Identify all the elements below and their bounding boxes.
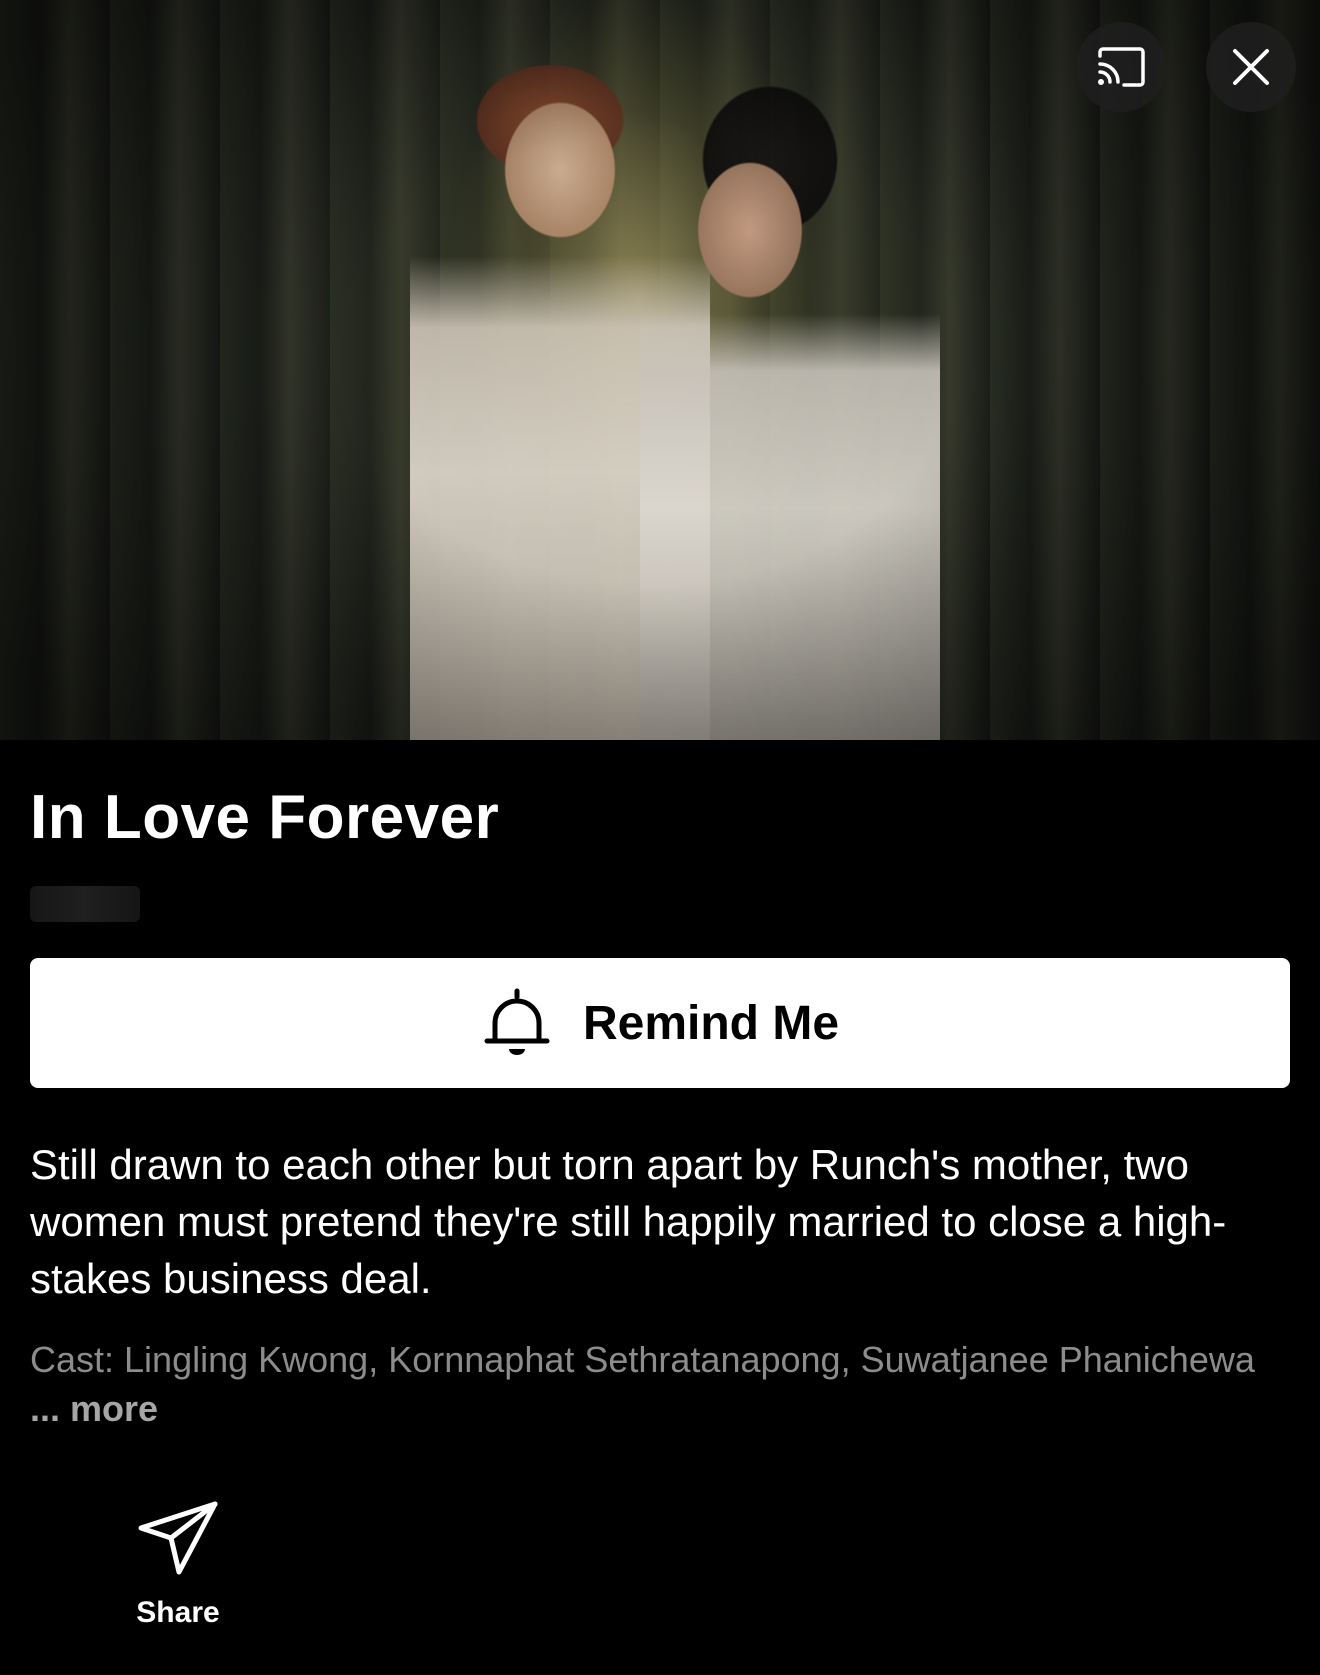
synopsis: Still drawn to each other but torn apart… [30,1141,1227,1302]
share-button[interactable]: Share [118,1498,238,1630]
share-icon [138,1501,218,1575]
close-button[interactable] [1206,22,1296,112]
hero-image [0,0,1320,740]
cast-button[interactable] [1076,22,1166,112]
close-icon [1233,49,1269,85]
cast-list: Cast: Lingling Kwong, Kornnaphat Sethrat… [30,1335,1290,1433]
more-link[interactable]: more [70,1388,158,1429]
cast-ellipsis: ... [30,1388,71,1429]
maturity-rating-badge [30,886,140,922]
bell-icon [484,988,550,1055]
page-title: In Love Forever [30,783,500,852]
share-label: Share [136,1596,220,1629]
remind-me-button[interactable]: Remind Me [30,958,1290,1088]
cast-icon [1098,47,1145,87]
remind-me-label: Remind Me [582,996,840,1050]
cast-text: Cast: Lingling Kwong, Kornnaphat Sethrat… [30,1339,1255,1380]
